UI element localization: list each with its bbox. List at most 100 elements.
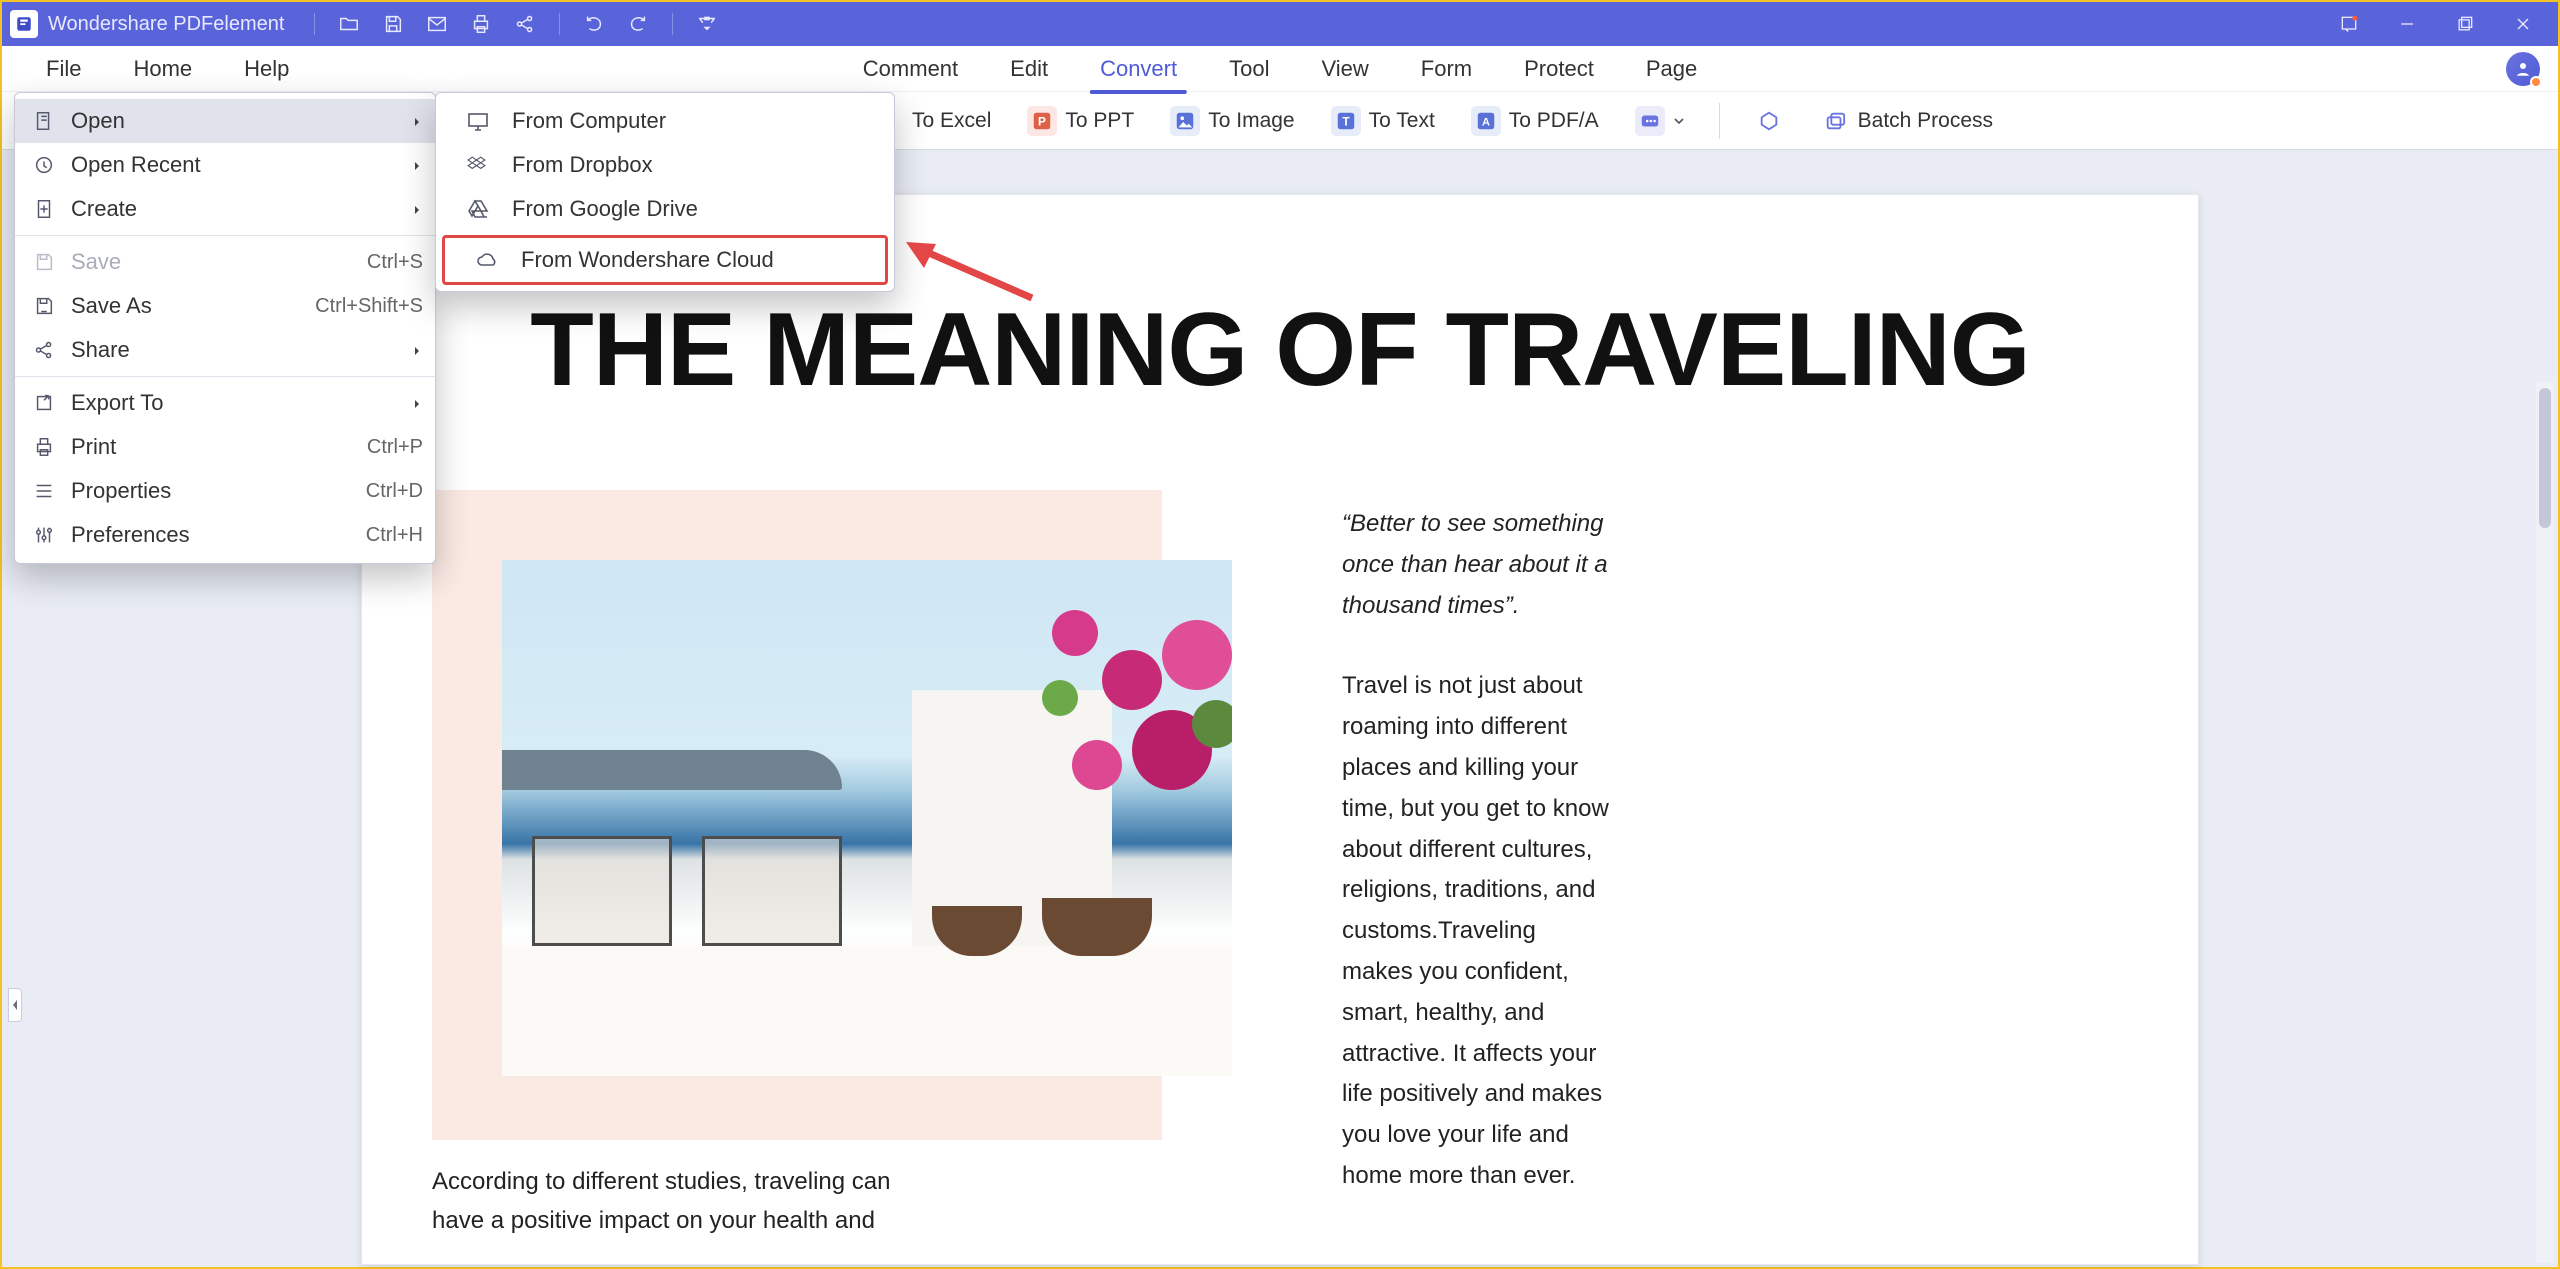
to-image-button[interactable]: To Image [1158,92,1306,150]
titlebar: Wondershare PDFelement [2,2,2558,46]
convert-settings-button[interactable] [1742,92,1796,150]
batch-label: Batch Process [1858,109,1993,133]
batch-process-button[interactable]: Batch Process [1808,92,2005,150]
open-submenu: From Computer From Dropbox From Google D… [435,92,895,292]
annotation-arrow [902,238,1042,324]
to-ppt-button[interactable]: P To PPT [1015,92,1146,150]
doc-heading: THE MEANING OF TRAVELING [362,291,2198,410]
pdf-page[interactable]: THE MEANING OF TRAVELING [361,194,2199,1265]
file-export-label: Export To [71,390,164,416]
open-from-computer[interactable]: From Computer [436,99,894,143]
tab-form[interactable]: Form [1395,46,1498,92]
chevron-down-icon [1673,115,1685,127]
close-button[interactable] [2496,2,2550,46]
tab-view[interactable]: View [1295,46,1394,92]
file-share-label: Share [71,337,130,363]
open-from-wondershare-label: From Wondershare Cloud [521,247,774,273]
to-excel-label: To Excel [912,109,991,133]
to-text-label: To Text [1369,109,1435,133]
menubar: File Home Help Comment Edit Convert Tool… [2,46,2558,92]
scrollbar-thumb[interactable] [2539,388,2551,528]
share-icon[interactable] [505,2,545,46]
to-pdfa-button[interactable]: A To PDF/A [1459,92,1611,150]
maximize-button[interactable] [2438,2,2492,46]
to-image-label: To Image [1208,109,1294,133]
menu-home[interactable]: Home [107,46,218,92]
file-open-recent[interactable]: Open Recent [15,143,435,187]
vertical-scrollbar[interactable] [2536,382,2554,1263]
save-as-icon [27,295,61,317]
menu-file[interactable]: File [20,46,107,92]
menu-help[interactable]: Help [218,46,315,92]
pdfa-icon: A [1471,106,1501,136]
doc-quote: “Better to see something once than hear … [1342,504,1612,626]
open-from-dropbox[interactable]: From Dropbox [436,143,894,187]
user-avatar[interactable] [2506,52,2540,86]
open-icon [27,110,61,132]
print-icon[interactable] [461,2,501,46]
open-from-dropbox-label: From Dropbox [512,152,653,178]
open-from-wondershare-cloud[interactable]: From Wondershare Cloud [442,235,888,285]
more-convert-button[interactable] [1623,92,1697,150]
tab-edit[interactable]: Edit [984,46,1074,92]
file-properties[interactable]: Properties Ctrl+D [15,469,435,513]
computer-icon [460,109,496,133]
file-export[interactable]: Export To [15,381,435,425]
file-save-as-shortcut: Ctrl+Shift+S [315,295,423,318]
more-icon [1635,106,1665,136]
minimize-button[interactable] [2380,2,2434,46]
redo-icon[interactable] [618,2,658,46]
to-pdfa-label: To PDF/A [1509,109,1599,133]
save-icon[interactable] [373,2,413,46]
open-from-gdrive[interactable]: From Google Drive [436,187,894,231]
file-menu-popup: Open Open Recent Create Save Ctrl+S Save… [14,92,436,564]
save-icon [27,251,61,273]
undo-icon[interactable] [574,2,614,46]
properties-icon [27,480,61,502]
open-file-icon[interactable] [329,2,369,46]
file-save-shortcut: Ctrl+S [367,251,423,274]
tab-convert[interactable]: Convert [1074,46,1203,92]
file-preferences-shortcut: Ctrl+H [366,524,423,547]
file-save-as[interactable]: Save As Ctrl+Shift+S [15,284,435,328]
file-preferences-label: Preferences [71,522,190,548]
text-icon: T [1331,106,1361,136]
file-open-recent-label: Open Recent [71,152,201,178]
file-create-label: Create [71,196,137,222]
mail-icon[interactable] [417,2,457,46]
ppt-icon: P [1027,106,1057,136]
separator [559,13,560,35]
doc-image-frame [432,490,1162,1140]
file-share[interactable]: Share [15,328,435,372]
tab-protect[interactable]: Protect [1498,46,1620,92]
file-open-label: Open [71,108,125,134]
svg-text:P: P [1038,114,1046,128]
file-properties-label: Properties [71,478,171,504]
panel-expand-left[interactable] [8,988,22,1022]
hex-icon [1754,106,1784,136]
tab-comment[interactable]: Comment [837,46,984,92]
file-save: Save Ctrl+S [15,240,435,284]
app-logo [10,10,38,38]
doc-body: Travel is not just about roaming into di… [1342,666,1612,1196]
create-icon [27,198,61,220]
menubar-center: Comment Edit Convert Tool View Form Prot… [837,46,1723,92]
file-open[interactable]: Open [15,99,435,143]
feedback-icon[interactable] [2322,2,2376,46]
file-print[interactable]: Print Ctrl+P [15,425,435,469]
file-preferences[interactable]: Preferences Ctrl+H [15,513,435,557]
file-print-label: Print [71,434,116,460]
separator [314,13,315,35]
file-create[interactable]: Create [15,187,435,231]
print-icon [27,436,61,458]
tab-tool[interactable]: Tool [1203,46,1295,92]
tab-page[interactable]: Page [1620,46,1723,92]
batch-icon [1820,106,1850,136]
menu-separator [15,376,435,377]
customize-toolbar-icon[interactable] [687,2,727,46]
recent-icon [27,154,61,176]
cloud-icon [469,248,505,272]
to-excel-button[interactable]: To Excel [900,92,1003,150]
chevron-right-icon [411,390,423,416]
to-text-button[interactable]: T To Text [1319,92,1447,150]
